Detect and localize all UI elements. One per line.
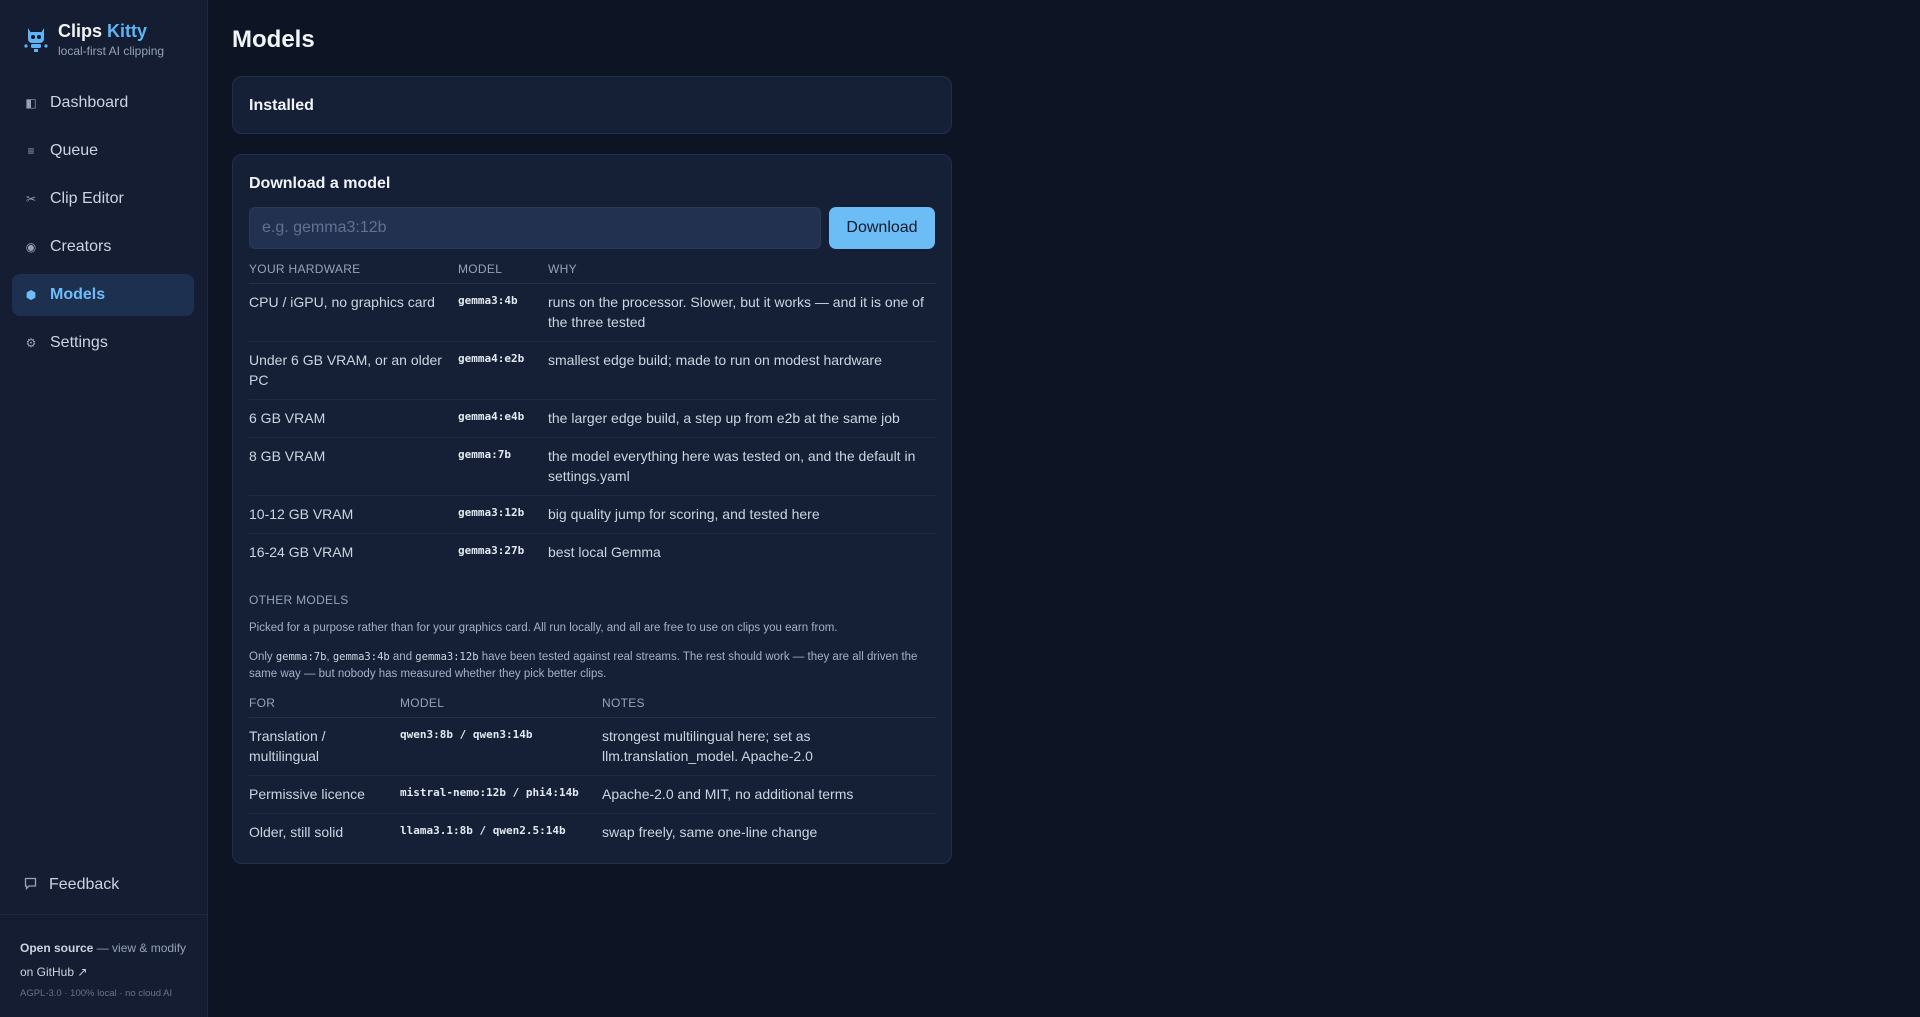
model-cell: qwen3:8b / qwen3:14b (400, 717, 602, 776)
sidebar: Clips Kitty local-first AI clipping ◧ Da… (0, 0, 208, 1017)
download-button[interactable]: Download (829, 207, 935, 249)
sidebar-item-clip-editor[interactable]: ✂ Clip Editor (12, 178, 194, 220)
other-models-table: FOR MODEL NOTES Translation / multilingu… (249, 689, 936, 851)
table-row: Permissive licence mistral-nemo:12b / ph… (249, 775, 936, 814)
hardware-cell: CPU / iGPU, no graphics card (249, 283, 458, 342)
sidebar-item-label: Clip Editor (50, 190, 124, 207)
purpose-cell: Permissive licence (249, 775, 400, 814)
model-cell: gemma4:e2b (458, 341, 548, 400)
brand-tagline: local-first AI clipping (58, 44, 165, 58)
sidebar-item-label: Dashboard (50, 94, 129, 111)
hardware-cell: Under 6 GB VRAM, or an older PC (249, 341, 458, 400)
hardware-cell: 6 GB VRAM (249, 399, 458, 438)
hexagon-icon: ⬢ (25, 288, 37, 302)
scissors-icon: ✂ (25, 192, 37, 206)
why-cell: the model everything here was tested on,… (548, 437, 936, 496)
model-name-input[interactable] (249, 207, 821, 249)
other-models-label: OTHER MODELS (249, 593, 349, 607)
download-row: Download (249, 207, 935, 249)
column-header: FOR (249, 689, 400, 718)
column-header: MODEL (458, 255, 548, 284)
open-source-note: Open source — view & modify on GitHub ↗ (20, 941, 187, 979)
table-row: 6 GB VRAM gemma4:e4b the larger edge bui… (249, 399, 936, 438)
notes-cell: swap freely, same one-line change (602, 823, 818, 840)
feedback-label: Feedback (49, 876, 120, 893)
tested-models-note: Only gemma:7b, gemma3:4b and gemma3:12b … (249, 651, 918, 680)
sidebar-item-label: Settings (50, 334, 108, 351)
model-cell: gemma4:e4b (458, 399, 548, 438)
github-link[interactable]: on GitHub ↗ (20, 965, 87, 979)
model-cell: gemma3:4b (458, 283, 548, 342)
sidebar-item-label: Models (50, 286, 106, 303)
installed-title: Installed (249, 97, 314, 114)
feedback-button[interactable]: Feedback (24, 876, 119, 894)
column-header: YOUR HARDWARE (249, 255, 458, 284)
sidebar-item-models[interactable]: ⬢ Models (12, 274, 194, 316)
model-cell: mistral-nemo:12b / phi4:14b (400, 775, 602, 814)
table-row: Older, still solid llama3.1:8b / qwen2.5… (249, 813, 936, 851)
notes-cell: Apache-2.0 and MIT, no additional terms (602, 775, 936, 814)
why-cell: runs on the processor. Slower, but it wo… (548, 283, 936, 342)
table-row: 16-24 GB VRAM gemma3:27b best local Gemm… (249, 533, 936, 571)
why-cell: smallest edge build; made to run on mode… (548, 341, 936, 400)
list-icon: ≡ (27, 144, 35, 158)
download-card: Download a model Download YOUR HARDWARE … (232, 154, 952, 864)
license-note: AGPL-3.0 · 100% local · no cloud AI (20, 988, 173, 999)
table-row: 8 GB VRAM gemma:7b the model everything … (249, 437, 936, 496)
table-row: CPU / iGPU, no graphics card gemma3:4b r… (249, 283, 936, 342)
why-cell: the larger edge build, a step up from e2… (548, 399, 936, 438)
cat-robot-logo-icon (24, 28, 48, 52)
page-title: Models (232, 26, 315, 53)
sidebar-item-creators[interactable]: ◉ Creators (12, 226, 194, 268)
notes-cell: strongest multilingual here; set as llm.… (602, 717, 936, 776)
column-header: MODEL (400, 689, 602, 718)
hardware-table: YOUR HARDWARE MODEL WHY CPU / iGPU, no g… (249, 255, 936, 571)
download-title: Download a model (249, 175, 391, 192)
model-cell: llama3.1:8b / qwen2.5:14b (400, 823, 566, 837)
other-models-note: Picked for a purpose rather than for you… (249, 622, 838, 634)
table-header-row: YOUR HARDWARE MODEL WHY (249, 255, 936, 284)
purpose-cell: Older, still solid (249, 823, 344, 840)
model-cell: gemma3:27b (458, 543, 525, 557)
table-header-row: FOR MODEL NOTES (249, 689, 936, 718)
hardware-cell: 10-12 GB VRAM (249, 495, 458, 534)
radio-icon: ◉ (25, 240, 37, 254)
brand-name: Clips Kitty (58, 21, 148, 41)
sidebar-divider (0, 914, 208, 915)
why-cell: big quality jump for scoring, and tested… (548, 495, 936, 534)
sidebar-item-settings[interactable]: ⚙ Settings (12, 322, 194, 364)
table-row: Translation / multilingual qwen3:8b / qw… (249, 717, 936, 776)
column-header: NOTES (602, 689, 936, 718)
brand[interactable]: Clips Kitty local-first AI clipping (22, 20, 164, 59)
purpose-cell: Translation / multilingual (249, 717, 400, 776)
model-cell: gemma3:12b (458, 495, 548, 534)
sidebar-item-label: Creators (50, 238, 112, 255)
sidebar-item-queue[interactable]: ≡ Queue (12, 130, 194, 172)
installed-card: Installed (232, 76, 952, 134)
hardware-cell: 16-24 GB VRAM (249, 543, 354, 560)
sidebar-item-label: Queue (50, 142, 99, 159)
sidebar-nav: ◧ Dashboard ≡ Queue ✂ Clip Editor ◉ Crea… (12, 82, 194, 370)
sidebar-item-dashboard[interactable]: ◧ Dashboard (12, 82, 194, 124)
table-row: Under 6 GB VRAM, or an older PC gemma4:e… (249, 341, 936, 400)
table-row: 10-12 GB VRAM gemma3:12b big quality jum… (249, 495, 936, 534)
gear-icon: ⚙ (25, 336, 37, 350)
hardware-cell: 8 GB VRAM (249, 437, 458, 496)
chat-bubble-icon (24, 877, 37, 893)
model-cell: gemma:7b (458, 437, 548, 496)
panel-icon: ◧ (25, 96, 37, 110)
why-cell: best local Gemma (548, 543, 661, 560)
column-header: WHY (548, 255, 936, 284)
